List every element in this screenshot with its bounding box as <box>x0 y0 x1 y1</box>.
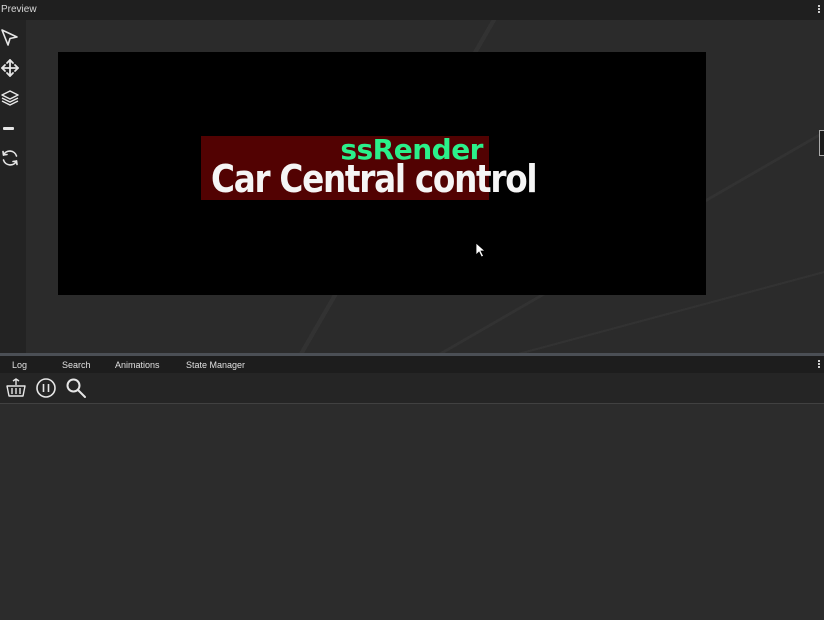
refresh-icon[interactable] <box>0 148 20 170</box>
preview-title: Preview <box>1 4 37 15</box>
clear-basket-icon[interactable] <box>5 377 27 399</box>
layers-icon[interactable] <box>0 88 20 110</box>
title-banner: ssRender Car Central control <box>201 133 538 200</box>
render-canvas[interactable]: ssRender Car Central control <box>58 52 706 295</box>
log-output-area[interactable] <box>0 404 824 620</box>
bottom-panel-tabs: Log Search Animations State Manager <box>0 356 824 373</box>
mouse-cursor-icon <box>475 242 487 258</box>
search-icon[interactable] <box>65 377 87 399</box>
minus-icon[interactable] <box>0 118 20 140</box>
preview-toolbar <box>0 20 26 353</box>
side-panel-handle[interactable] <box>819 130 824 156</box>
tab-state-manager[interactable]: State Manager <box>186 360 245 370</box>
tab-search[interactable]: Search <box>62 360 91 370</box>
preview-panel-header: Preview <box>0 0 824 21</box>
log-toolbar <box>0 373 824 404</box>
pause-icon[interactable] <box>35 377 57 399</box>
tab-animations[interactable]: Animations <box>115 360 160 370</box>
preview-menu-icon[interactable] <box>816 4 822 16</box>
select-arrow-icon[interactable] <box>0 28 20 50</box>
bottom-panel-menu-icon[interactable] <box>816 359 822 371</box>
preview-viewport[interactable]: ssRender Car Central control <box>26 20 824 353</box>
headline-text: Car Central control <box>211 157 538 201</box>
tab-log[interactable]: Log <box>12 360 27 370</box>
move-icon[interactable] <box>0 58 20 80</box>
